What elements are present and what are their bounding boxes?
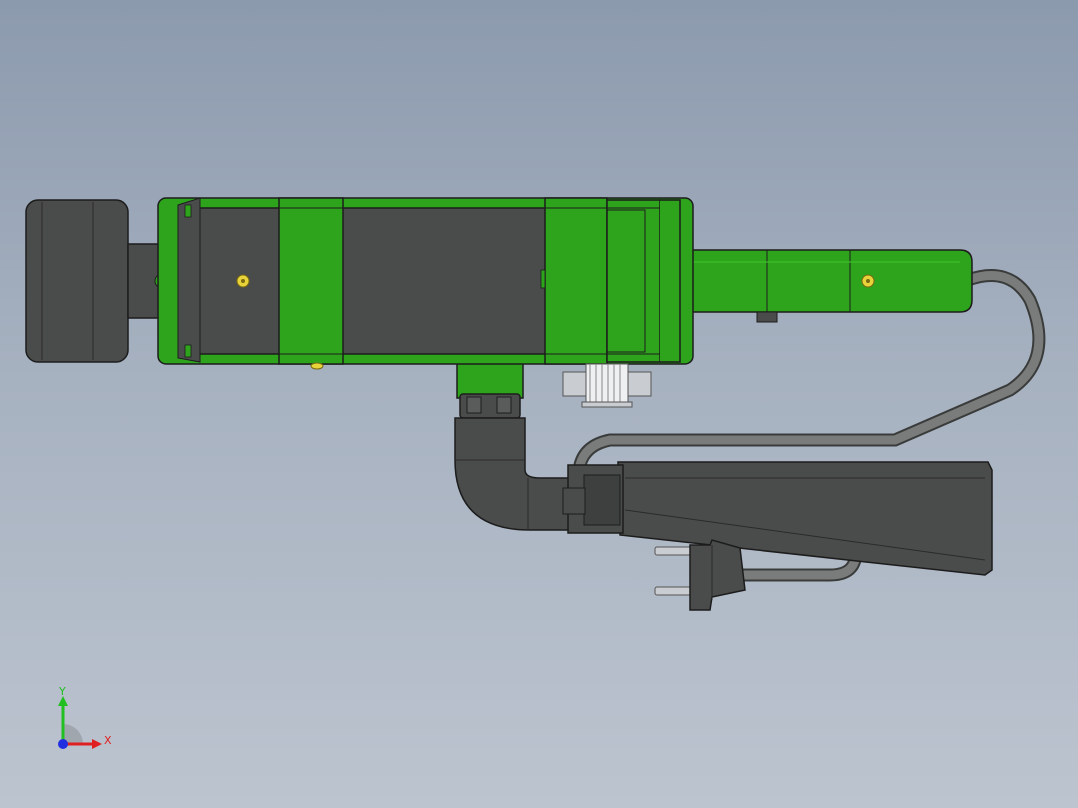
x-axis-label: X [104, 734, 112, 747]
cad-viewport[interactable]: Y X [0, 0, 1078, 808]
y-axis-label: Y [58, 685, 66, 698]
power-plug [654, 539, 746, 611]
coordinate-triad: Y X [40, 684, 130, 754]
green-band-rear [278, 197, 344, 365]
nozzle-collar [456, 361, 524, 399]
green-band-front [544, 197, 608, 365]
tool-model[interactable] [0, 0, 1078, 808]
belt-pulley [562, 363, 652, 408]
handle[interactable] [617, 461, 993, 576]
z-axis-dot [58, 739, 68, 749]
nozzle-elbow [454, 417, 573, 531]
heater-tube [653, 249, 973, 313]
end-cap [25, 199, 129, 363]
